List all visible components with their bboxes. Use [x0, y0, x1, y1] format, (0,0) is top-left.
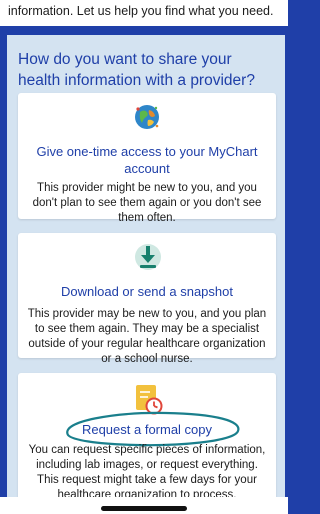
card-description: This provider may be new to you, and you… — [27, 308, 267, 365]
top-banner: information. Let us help you find what y… — [0, 0, 288, 26]
card-title[interactable]: Request a formal copy — [18, 421, 276, 438]
card-download-snapshot[interactable]: Download or send a snapshot This provide… — [18, 233, 276, 365]
globe-icon — [132, 102, 162, 132]
download-icon — [134, 242, 162, 272]
card-description: You can request specific pieces of infor… — [28, 444, 266, 501]
card-one-time-access[interactable]: Give one-time access to your MyChart acc… — [18, 93, 276, 224]
card-request-formal-copy[interactable]: Request a formal copy You can request sp… — [18, 373, 276, 508]
screen: information. Let us help you find what y… — [0, 0, 288, 514]
page-title: How do you want to share your health inf… — [18, 51, 255, 89]
card-title[interactable]: Download or send a snapshot — [18, 283, 276, 300]
banner-text: information. Let us help you find what y… — [8, 4, 274, 18]
card-description: This provider might be new to you, and y… — [32, 182, 262, 224]
card-title[interactable]: Give one-time access to your MyChart acc… — [18, 143, 276, 177]
home-indicator[interactable] — [101, 506, 187, 511]
